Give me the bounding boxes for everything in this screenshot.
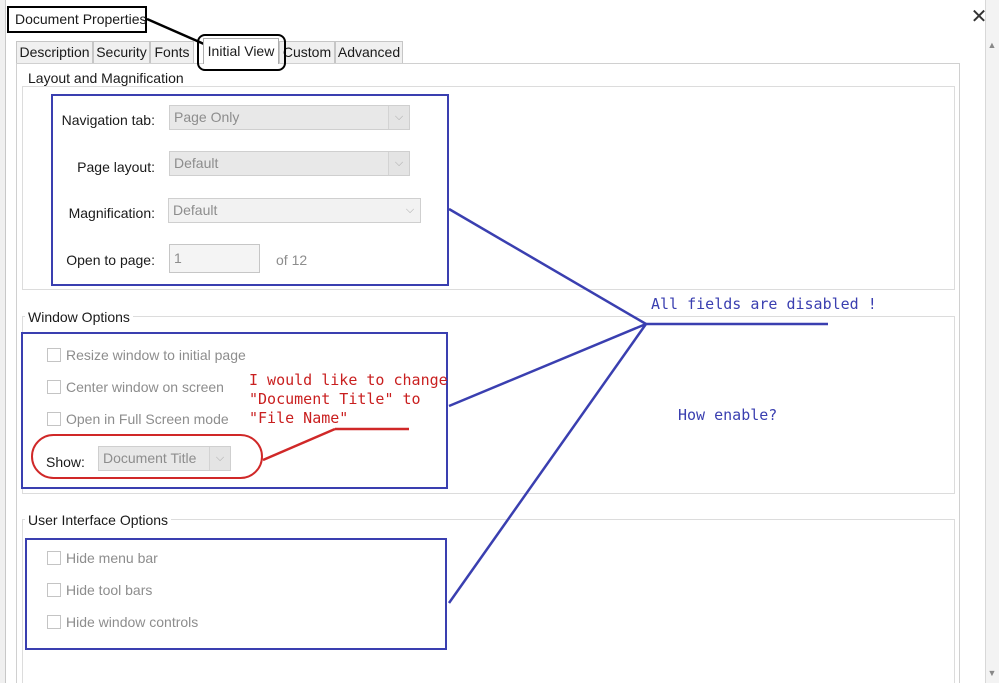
annotation-change-line-1: I would like to change (249, 371, 448, 389)
hide-menu-bar-label: Hide menu bar (66, 550, 158, 566)
tab-advanced[interactable]: Advanced (335, 41, 403, 63)
layout-magnification-title: Layout and Magnification (25, 70, 187, 86)
open-to-page-label: Open to page: (66, 252, 155, 268)
tab-security[interactable]: Security (93, 41, 150, 63)
tab-custom[interactable]: Custom (279, 41, 335, 63)
user-interface-options-title: User Interface Options (25, 512, 172, 528)
scroll-down-arrow-icon[interactable]: ▼ (987, 668, 997, 678)
annotation-change-line-3: "File Name" (249, 409, 349, 427)
show-select[interactable]: Document Title ⌵ (98, 446, 231, 471)
chevron-down-icon: ⌵ (209, 447, 230, 470)
scrollbar-track[interactable] (985, 0, 999, 683)
hide-menu-bar-checkbox[interactable] (47, 551, 61, 565)
page-layout-select[interactable]: Default ⌵ (169, 151, 410, 176)
show-value: Document Title (103, 450, 197, 466)
close-icon[interactable]: ✕ (968, 6, 990, 28)
layout-magnification-group (22, 86, 955, 290)
magnification-label: Magnification: (68, 205, 155, 221)
dialog-title: Document Properties (7, 6, 147, 33)
hide-window-controls-checkbox[interactable] (47, 615, 61, 629)
navigation-tab-label: Navigation tab: (61, 112, 155, 128)
chevron-down-icon: ⌵ (388, 152, 409, 175)
annotation-change-line-2: "Document Title" to (249, 390, 421, 408)
hide-tool-bars-checkbox[interactable] (47, 583, 61, 597)
annotation-how-enable: How enable? (678, 406, 778, 424)
magnification-select[interactable]: Default ⌵ (168, 198, 421, 223)
resize-window-label: Resize window to initial page (66, 347, 246, 363)
full-screen-label: Open in Full Screen mode (66, 411, 229, 427)
center-window-label: Center window on screen (66, 379, 224, 395)
show-label: Show: (46, 454, 85, 470)
user-interface-options-group (22, 519, 955, 683)
resize-window-checkbox[interactable] (47, 348, 61, 362)
window-options-title: Window Options (25, 309, 133, 325)
center-window-checkbox[interactable] (47, 380, 61, 394)
tab-fonts[interactable]: Fonts (150, 41, 194, 63)
hide-window-controls-label: Hide window controls (66, 614, 199, 630)
magnification-value: Default (173, 202, 218, 218)
left-edge-strip (0, 0, 6, 683)
navigation-tab-select[interactable]: Page Only ⌵ (169, 105, 410, 130)
page-count-text: of 12 (276, 252, 308, 268)
full-screen-checkbox[interactable] (47, 412, 61, 426)
tab-initial-view[interactable]: Initial View (203, 38, 279, 64)
chevron-down-icon: ⌵ (400, 199, 420, 222)
open-to-page-input[interactable]: 1 (169, 244, 260, 273)
hide-tool-bars-label: Hide tool bars (66, 582, 153, 598)
annotation-all-disabled: All fields are disabled ! (651, 295, 877, 313)
page-layout-label: Page layout: (77, 159, 155, 175)
chevron-down-icon: ⌵ (388, 106, 409, 129)
scroll-up-arrow-icon[interactable]: ▲ (987, 40, 997, 50)
page-layout-value: Default (174, 155, 219, 171)
navigation-tab-value: Page Only (174, 109, 240, 125)
tab-description[interactable]: Description (16, 41, 93, 63)
